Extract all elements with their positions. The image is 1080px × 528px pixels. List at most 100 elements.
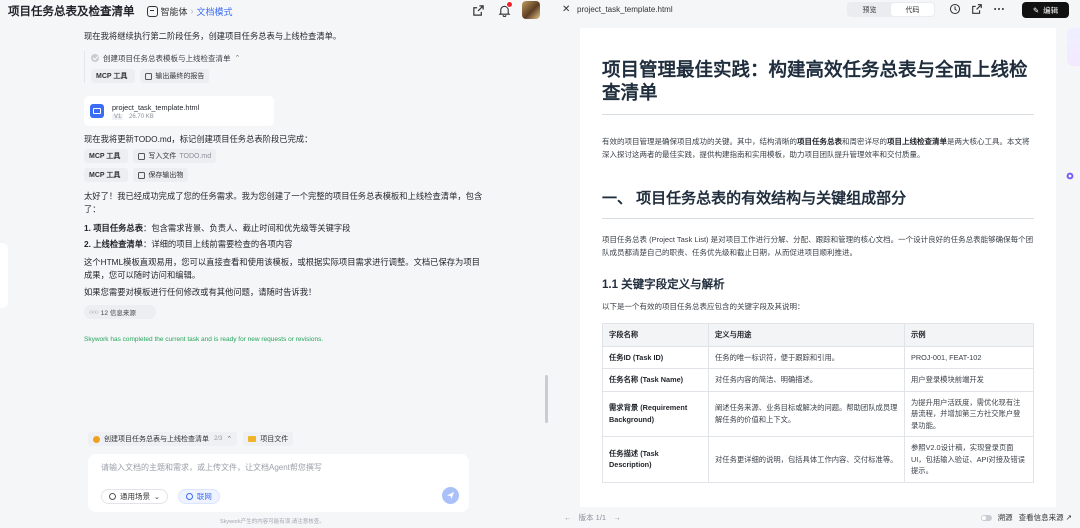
file-attachment-card[interactable]: project_task_template.html V1 26.70 KB [84,96,274,126]
notification-badge [506,1,513,8]
scene-icon [109,493,116,500]
table-cell: 任务名称 (Task Name) [602,368,709,392]
table-cell: 为提升用户活跃度，需优化现有注册流程，并增加第三方社交账户登录功能。 [904,390,1034,437]
tool-group-header[interactable]: 创建项目任务总表模板与上线检查清单 ⌃ [91,51,484,65]
table-cell: 任务描述 (Task Description) [602,436,709,483]
tab-code[interactable]: 代码 [891,3,934,16]
viewer-actions [949,3,1005,15]
save-output-chip[interactable]: 保存输出物 [133,168,189,182]
chip-label: MCP 工具 [89,172,121,179]
agent-robot-icon [146,5,158,17]
view-sources-label: 查看信息来源 [1018,513,1064,522]
list-item: 2. 上线检查清单：详细的项目上线前需要检查的各项内容 [84,238,484,251]
intro-bold: 项目上线检查清单 [887,137,947,146]
sources-icon: ○○○ [89,308,99,316]
chat-thread: 现在我将继续执行第二阶段任务，创建项目任务总表与上线检查清单。 创建项目任务总表… [84,30,484,343]
write-file-chips: MCP 工具 写入文件 TODO.md [84,149,484,163]
output-report-chip[interactable]: 输出最终的报告 [140,69,210,83]
list-item-title: 上线检查清单 [93,239,144,249]
file-name: project_task_template.html [112,102,200,112]
tool-call-group: 创建项目任务总表模板与上线检查清单 ⌃ MCP 工具 输出最终的报告 [84,51,484,83]
sources-pill[interactable]: ○○○ 12 信息来源 [84,305,156,319]
send-button[interactable] [442,487,459,504]
file-meta: V1 26.70 KB [112,113,199,120]
table-cell: 用户登录模块前端开发 [904,368,1034,392]
disclaimer: Skywork产生的内容可能有误,请注意核查。 [220,519,325,525]
chat-pane: 项目任务总表及检查清单 智能体 › 文档模式 现在我将继续执行第二阶段任务，创建… [0,0,550,528]
side-panel-tab[interactable] [1067,28,1080,66]
intro-text: 和周密详尽的 [842,137,887,146]
tool-chips: MCP 工具 输出最终的报告 [91,69,484,83]
close-icon[interactable]: ✕ [562,4,570,15]
trace-toggle[interactable] [980,514,992,521]
scene-label: 通用场景 [120,492,150,501]
user-avatar[interactable] [522,1,540,19]
version-pager[interactable]: ← 版本 1/1 → [564,512,621,523]
mcp-tool-chip[interactable]: MCP 工具 [84,168,129,182]
table-cell: 需求背景 (Requirement Background) [602,390,709,437]
list-item-title: 项目任务总表 [93,223,144,233]
write-file-chip[interactable]: 写入文件 TODO.md [133,149,217,163]
notification-bell-icon[interactable] [496,1,513,18]
folder-icon [248,436,257,442]
task-count: 2/3 [214,436,223,442]
version-label: 版本 1/1 [578,513,607,522]
history-icon[interactable] [949,3,961,15]
intro-text: 有效的项目管理是确保项目成功的关键。其中，结构清晰的 [602,137,797,146]
arrow-right-icon[interactable]: → [613,513,621,522]
deliverables-list: 1. 项目任务总表：包含需求背景、负责人、截止时间和优先级等关键字段 2. 上线… [84,222,484,251]
chip-label: MCP 工具 [89,153,121,160]
file-size: 26.70 KB [129,113,154,120]
scene-select-button[interactable]: 通用场景 ⌄ [101,489,168,504]
title-divider [602,114,1034,115]
source-controls: 溯源 查看信息来源 ↗ [980,512,1072,523]
table-cell: 任务的唯一标识符，便于跟踪和引用。 [708,345,905,369]
check-circle-icon [91,54,99,62]
message-composer[interactable]: 请输入文档的主题和需求，或上传文件，让文档Agent帮您撰写 通用场景 ⌄ 联网 [88,454,469,512]
composer-placeholder[interactable]: 请输入文档的主题和需求，或上传文件，让文档Agent帮您撰写 [101,462,322,473]
table-header-row: 字段名称 定义与用途 示例 [602,323,1034,347]
assistant-message-explain: 这个HTML模板直观易用，您可以直接查看和使用该模板，或根据实际项目需求进行调整… [84,257,480,280]
agent-mode-indicator[interactable]: 智能体 › 文档模式 [146,5,233,18]
mcp-tool-chip[interactable]: MCP 工具 [84,149,129,163]
doc-mode-label: 文档模式 [196,6,233,17]
open-external-icon[interactable] [971,3,983,15]
share-icon[interactable] [470,2,486,18]
send-icon [446,491,455,500]
more-options-icon[interactable] [993,3,1005,15]
mcp-tool-chip[interactable]: MCP 工具 [91,69,136,83]
agent-label: 智能体 [160,6,188,17]
list-number: 2. [84,239,91,249]
list-item-text: ：详细的项目上线前需要检查的各项内容 [143,239,293,249]
assistant-message-done: 太好了！我已经成功完成了您的任务需求。我为您创建了一个完整的项目任务总表模板和上… [84,191,483,214]
files-tab-label: 项目文件 [260,436,289,443]
table-row: 任务名称 (Task Name) 对任务内容的简洁、明确描述。 用户登录模块前端… [602,368,1034,392]
sidebar-collapse-handle[interactable] [0,243,8,308]
save-output-chips: MCP 工具 保存输出物 [84,168,484,182]
viewer-filename: project_task_template.html [577,5,673,14]
view-sources-link[interactable]: 查看信息来源 ↗ [1019,512,1072,523]
arrow-left-icon[interactable]: ← [564,513,572,522]
ai-assistant-icon[interactable] [1063,165,1077,187]
edit-button[interactable]: ✎ 编辑 [1022,2,1069,18]
task-icon [93,435,100,443]
chat-scrollbar[interactable] [545,375,548,423]
table-cell: 对任务内容的简洁、明确描述。 [708,368,905,392]
web-search-toggle[interactable]: 联网 [177,489,220,504]
table-cell: 参照V2.0设计稿，实现登录页面UI，包括输入验证、API对接及错误提示。 [904,436,1034,483]
tab-preview[interactable]: 预览 [848,3,891,16]
table-row: 需求背景 (Requirement Background) 阐述任务来源、业务目… [602,390,1034,437]
list-number: 1. [84,223,91,233]
task-status-text: Skywork has completed the current task a… [84,336,324,343]
project-files-tab[interactable]: 项目文件 [243,432,294,446]
table-cell: 对任务更详细的说明，包括具体工作内容、交付标准等。 [708,436,905,483]
key-fields-table: 字段名称 定义与用途 示例 任务ID (Task ID) 任务的唯一标识符，便于… [602,323,1034,483]
table-row: 任务ID (Task ID) 任务的唯一标识符，便于跟踪和引用。 PROJ-00… [602,345,1034,369]
web-label: 联网 [196,492,212,501]
document-icon [138,152,146,160]
doc-title: 项目管理最佳实践：构建高效任务总表与全面上线检查清单 [602,59,1028,103]
task-progress-tab[interactable]: 创建项目任务总表与上线检查清单 2/3 ⌃ [88,432,238,446]
sources-count: 12 信息来源 [100,310,136,317]
document-viewer: ✕ project_task_template.html 预览 代码 ✎ 编辑 项… [551,0,1080,528]
chevron-up-icon: ⌃ [226,436,233,443]
